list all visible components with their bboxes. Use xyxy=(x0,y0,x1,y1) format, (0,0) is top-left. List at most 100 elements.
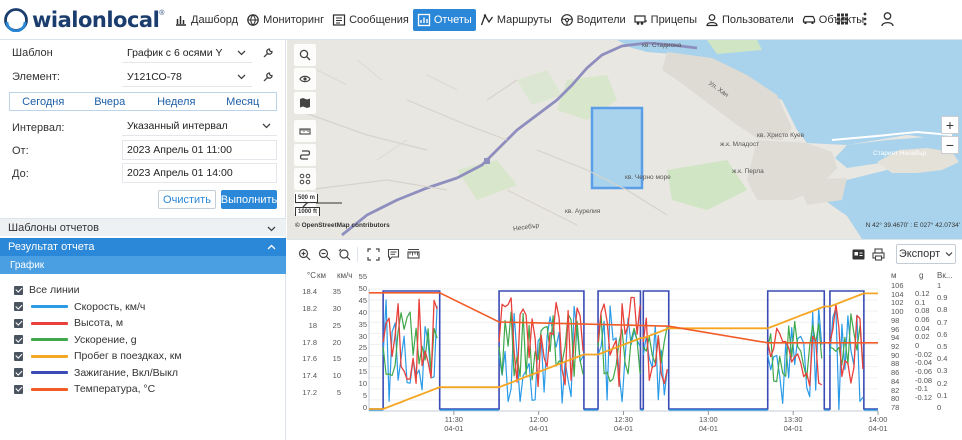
legend-all-label: Все линии xyxy=(29,284,80,297)
export-label: Экспорт xyxy=(898,248,941,260)
print-icon[interactable] xyxy=(872,248,885,261)
nav-monitoring[interactable]: Мониторинг xyxy=(242,9,328,31)
checkbox-checked-icon[interactable] xyxy=(14,285,23,295)
map-routing-button[interactable] xyxy=(294,144,316,166)
from-datetime-input[interactable]: 2023 Апрель 01 11:00 xyxy=(122,140,277,160)
legend-item[interactable]: Пробег в поездках, км xyxy=(14,348,182,365)
user-profile-icon[interactable] xyxy=(881,11,894,27)
reset-zoom-icon[interactable] xyxy=(338,248,351,261)
period-today-button[interactable]: Сегодня xyxy=(10,93,77,110)
legend-item[interactable]: Зажигание, Вкл/Выкл xyxy=(14,365,182,382)
map-attribution[interactable]: © OpenStreetMap contributors xyxy=(295,222,390,229)
x-tick-date: 04-01 xyxy=(783,424,803,433)
clear-button[interactable]: Очистить xyxy=(158,190,216,209)
legend-label: Высота, м xyxy=(74,317,124,330)
checkbox-checked-icon[interactable] xyxy=(14,368,23,378)
x-tick-time: 12:00 xyxy=(529,415,549,424)
to-label: До: xyxy=(12,168,29,180)
legend-color-swatch xyxy=(31,321,68,325)
element-label: Элемент: xyxy=(12,71,60,83)
axis-tick-label: -0.06 xyxy=(915,367,933,376)
app-logo[interactable]: wialonlocal ® xyxy=(4,8,164,32)
axis-tick-label: 15 xyxy=(332,354,341,364)
globe-icon xyxy=(247,14,259,26)
template-select-value: График с 6 осями Y xyxy=(127,46,223,59)
x-tick-date: 04-01 xyxy=(613,424,634,433)
fit-to-screen-icon[interactable] xyxy=(367,248,380,261)
axis-tick-label: 80 xyxy=(891,394,900,404)
period-yesterday-button[interactable]: Вчера xyxy=(77,93,144,110)
interval-select[interactable]: Указанный интервал xyxy=(122,116,277,136)
map-ruler-button[interactable] xyxy=(294,120,316,142)
nav-label: Маршруты xyxy=(496,14,552,26)
template-select[interactable]: График с 6 осями Y xyxy=(122,43,252,63)
nav-users[interactable]: Пользователи xyxy=(701,9,798,31)
map-view[interactable]: + − кв. Стадиона кв. Христо Куев ж.к. Мл… xyxy=(287,40,962,239)
checkbox-checked-icon[interactable] xyxy=(14,318,23,328)
nav-label: Отчеты xyxy=(433,14,472,26)
axis-tick-label: -0.02 xyxy=(915,349,933,359)
checkbox-checked-icon[interactable] xyxy=(14,302,23,312)
user-icon xyxy=(706,14,718,27)
map-coordinates: N 42° 39.4670' : E 027° 42.0734' xyxy=(865,222,960,229)
report-result-header[interactable]: Результат отчета xyxy=(0,238,286,256)
report-chart[interactable]: °C 18.4 18.2 18 17.8 17.6 17.4 17.2 км 35 30 25 20 15… xyxy=(287,267,962,440)
nav-reports[interactable]: Отчеты xyxy=(412,9,476,31)
axis-unit-label: °C xyxy=(307,271,316,280)
execute-button[interactable]: Выполнить xyxy=(221,190,277,209)
report-result-title: Результат отчета xyxy=(8,241,95,253)
axis-tick-label: 0.1 xyxy=(937,390,948,400)
legend-label: Пробег в поездках, км xyxy=(74,350,182,363)
axis-tick-label: 0.12 xyxy=(915,289,930,298)
period-month-button[interactable]: Месяц xyxy=(210,93,277,110)
nav-label: Дашборд xyxy=(191,14,239,26)
comment-icon[interactable] xyxy=(387,248,400,261)
nav-trailers[interactable]: Прицепы xyxy=(630,9,701,31)
axis-tick-label: 0.5 xyxy=(937,342,948,351)
nav-label: Водители xyxy=(576,14,626,26)
chevron-down-icon xyxy=(262,123,271,129)
period-buttons: Сегодня Вчера Неделя Месяц xyxy=(9,92,277,111)
nav-drivers[interactable]: Водители xyxy=(556,9,630,31)
report-templates-header[interactable]: Шаблоны отчетов xyxy=(0,218,286,236)
map-layers-button[interactable] xyxy=(294,68,316,90)
export-dropdown[interactable]: Экспорт xyxy=(896,244,956,264)
nav-label: Пользователи xyxy=(721,14,794,26)
zoom-out-icon[interactable] xyxy=(318,248,331,261)
wrench-icon[interactable] xyxy=(262,47,274,59)
more-vertical-icon[interactable] xyxy=(862,11,868,27)
wrench-icon[interactable] xyxy=(262,71,274,83)
map-zoom-out-button[interactable]: − xyxy=(941,136,959,154)
axis-tick-label: 5 xyxy=(362,391,367,401)
top-right-tools xyxy=(836,11,894,27)
map-search-button[interactable] xyxy=(294,44,316,66)
legend-item[interactable]: Скорость, км/ч xyxy=(14,299,182,316)
checkbox-checked-icon[interactable] xyxy=(14,384,23,394)
id-card-icon[interactable] xyxy=(852,248,865,261)
map-source-button[interactable] xyxy=(294,92,316,114)
axis-tick-label: 100 xyxy=(891,307,904,317)
ruler-icon[interactable] xyxy=(407,248,420,261)
period-week-button[interactable]: Неделя xyxy=(143,93,210,110)
checkbox-checked-icon[interactable] xyxy=(14,351,23,361)
legend-color-swatch xyxy=(31,387,68,391)
legend-item[interactable]: Ускорение, g xyxy=(14,332,182,349)
chart-section-header[interactable]: График xyxy=(0,256,286,274)
checkbox-checked-icon[interactable] xyxy=(14,335,23,345)
element-select[interactable]: У121СО-78 xyxy=(122,67,252,87)
zoom-in-icon[interactable] xyxy=(298,248,311,261)
map-zoom-in-button[interactable]: + xyxy=(941,116,959,134)
legend-item[interactable]: Температура, °С xyxy=(14,381,182,398)
axis-tick-label: 0.9 xyxy=(937,293,948,303)
axis-tick-label: 0.3 xyxy=(937,366,948,376)
nav-routes[interactable]: Маршруты xyxy=(476,9,556,31)
nav-messages[interactable]: Сообщения xyxy=(328,9,413,31)
axis-tick-label: 102 xyxy=(891,298,904,308)
report-panel: Шаблон График с 6 осями Y Элемент: У121С… xyxy=(0,40,286,440)
legend-all-lines[interactable]: Все линии xyxy=(14,282,182,299)
legend-item[interactable]: Высота, м xyxy=(14,315,182,332)
to-datetime-input[interactable]: 2023 Апрель 01 14:00 xyxy=(122,163,277,183)
map-points-button[interactable] xyxy=(294,168,316,190)
apps-grid-icon[interactable] xyxy=(836,11,849,27)
nav-dashboard[interactable]: Дашборд xyxy=(170,9,242,31)
